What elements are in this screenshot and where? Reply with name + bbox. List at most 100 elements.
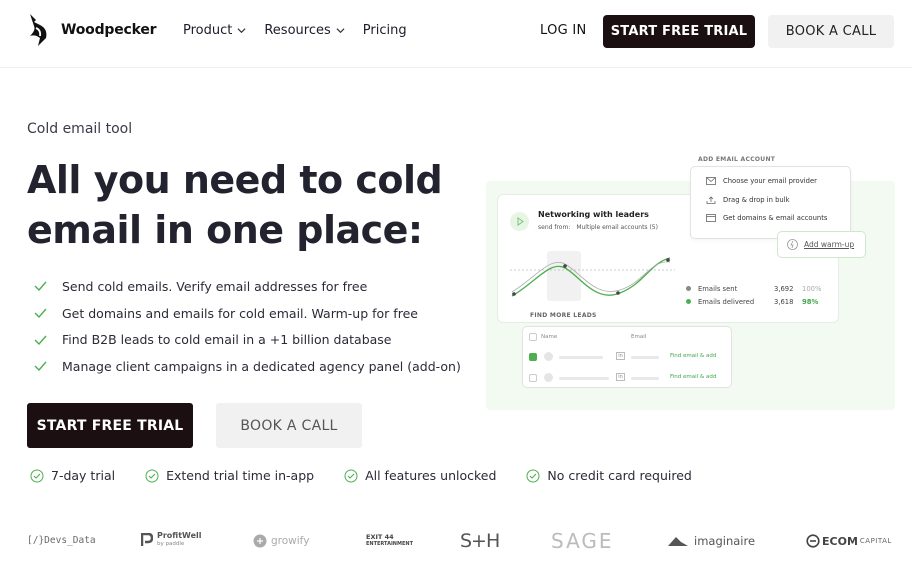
lead-name-placeholder	[559, 377, 609, 380]
logo-ecom-capital: ECOM CAPITAL	[806, 534, 892, 548]
feature-text: Manage client campaigns in a dedicated a…	[62, 358, 461, 374]
lead-checkbox[interactable]	[529, 374, 537, 382]
check-icon	[34, 335, 47, 345]
woodpecker-logo-icon	[30, 14, 47, 46]
play-icon	[510, 212, 529, 231]
leads-select-all-checkbox[interactable]	[529, 333, 537, 341]
perk-text: 7-day trial	[51, 468, 116, 483]
feature-text: Get domains and emails for cold email. W…	[62, 305, 418, 321]
menu-resources[interactable]: Resources	[264, 23, 345, 38]
growify-mark-icon	[253, 534, 267, 548]
hero-eyebrow: Cold email tool	[27, 121, 133, 137]
menu-pricing[interactable]: Pricing	[363, 23, 407, 38]
brand-logo[interactable]: Woodpecker	[26, 12, 157, 48]
logo-exit44: EXIT 44 ENTERTAINMENT	[366, 534, 413, 548]
logo-ecom-sub: CAPITAL	[859, 537, 892, 545]
send-from-label: send from:	[538, 224, 571, 231]
feature-list: Send cold emails. Verify email addresses…	[34, 273, 461, 380]
stat-row: Emails delivered 3,618 98%	[686, 295, 821, 308]
add-account-title: ADD EMAIL ACCOUNT	[698, 156, 776, 163]
logo-imaginaire: imaginaire	[667, 534, 755, 548]
nav-book-call-button[interactable]: BOOK A CALL	[768, 15, 894, 48]
logo-profitwell: ProfitWell by paddle	[141, 532, 202, 548]
perk-item: 7-day trial	[30, 468, 115, 483]
feature-text: Find B2B leads to cold email in a +1 bil…	[62, 332, 392, 348]
main-menu: Product Resources Pricing	[183, 23, 425, 38]
add-account-option[interactable]: Choose your email provider	[706, 177, 817, 185]
perk-item: Extend trial time in-app	[145, 468, 314, 483]
logo-exit44-text: EXIT 44	[366, 533, 394, 541]
hero-headline: All you need to cold email in one place:	[27, 158, 443, 252]
add-account-option[interactable]: Drag & drop in bulk	[706, 196, 790, 204]
perk-item: All features unlocked	[344, 468, 496, 483]
stat-row: Emails sent 3,692 100%	[686, 282, 821, 295]
lead-email-placeholder	[631, 356, 659, 359]
check-icon	[34, 361, 47, 372]
login-link[interactable]: LOG IN	[540, 23, 587, 38]
logo-profitwell-sub: by paddle	[157, 541, 185, 547]
domain-icon	[706, 214, 716, 222]
stat-value: 3,692	[774, 284, 794, 293]
logo-sage-text: SAGE	[551, 529, 614, 553]
find-leads-title: FIND MORE LEADS	[530, 312, 597, 319]
check-icon	[34, 308, 47, 319]
logo-sage: SAGE	[551, 529, 614, 553]
stat-dot	[686, 299, 691, 304]
brand-name: Woodpecker	[61, 22, 157, 38]
logo-growify-text: growify	[271, 535, 310, 547]
lead-checkbox[interactable]	[529, 353, 537, 368]
logo-devs-data-text: [/}Devs_Data	[27, 535, 96, 546]
logo-sh-text: S+H	[460, 530, 500, 552]
leads-header-email: Email	[631, 334, 647, 340]
add-account-option-label: Drag & drop in bulk	[723, 196, 790, 204]
chevron-down-icon	[336, 28, 345, 34]
logo-growify: growify	[253, 534, 309, 548]
check-circle-icon	[145, 469, 159, 482]
feature-text: Send cold emails. Verify email addresses…	[62, 278, 368, 294]
menu-pricing-label: Pricing	[362, 23, 407, 38]
nav-start-trial-button[interactable]: START FREE TRIAL	[603, 15, 755, 48]
warmup-label: Add warm-up	[804, 240, 855, 249]
add-account-option[interactable]: Get domains & email accounts	[706, 214, 827, 222]
check-icon	[531, 362, 537, 368]
stat-dot	[686, 286, 691, 291]
hero-start-trial-button[interactable]: START FREE TRIAL	[27, 403, 193, 448]
envelope-icon	[706, 177, 716, 185]
leads-header-name: Name	[541, 334, 558, 340]
feature-item: Get domains and emails for cold email. W…	[34, 300, 461, 327]
feature-item: Send cold emails. Verify email addresses…	[34, 273, 461, 300]
logo-sh: S+H	[460, 530, 500, 552]
send-from-value: Multiple email accounts (5)	[576, 224, 658, 231]
upload-icon	[706, 196, 716, 204]
lead-avatar	[544, 373, 553, 382]
add-account-option-label: Get domains & email accounts	[723, 214, 828, 222]
perk-text: Extend trial time in-app	[166, 468, 315, 483]
perk-list: 7-day trial Extend trial time in-app All…	[30, 468, 692, 483]
stat-label: Emails delivered	[698, 297, 755, 306]
imaginaire-mark-icon	[668, 537, 688, 546]
check-circle-icon	[344, 469, 358, 482]
logo-devs-data: [/}Devs_Data	[27, 535, 96, 546]
hero-book-call-button[interactable]: BOOK A CALL	[216, 403, 362, 448]
stat-value: 3,618	[774, 297, 794, 306]
menu-product-label: Product	[183, 23, 233, 38]
profitwell-mark-icon	[141, 533, 153, 546]
stat-percent: 98%	[802, 297, 819, 306]
add-warmup-button[interactable]: Add warm-up	[777, 231, 866, 258]
lead-name-placeholder	[559, 356, 603, 359]
stat-percent: 100%	[802, 284, 822, 293]
logo-profitwell-text: ProfitWell	[157, 531, 202, 540]
menu-product[interactable]: Product	[183, 23, 246, 38]
perk-item: No credit card required	[526, 468, 692, 483]
chevron-down-icon	[237, 28, 246, 34]
check-circle-icon	[30, 469, 44, 482]
client-logo-strip: [/}Devs_Data ProfitWell by paddle growif…	[0, 528, 912, 558]
lead-find-email-action[interactable]: Find email & add	[670, 353, 716, 359]
campaign-send-from: send from: Multiple email accounts (5)	[538, 224, 658, 231]
perk-text: No credit card required	[547, 468, 692, 483]
lead-email-placeholder	[631, 377, 659, 380]
campaign-stats: Emails sent 3,692 100% Emails delivered …	[686, 282, 821, 308]
lead-find-email-action[interactable]: Find email & add	[670, 374, 716, 380]
logo-imaginaire-text: imaginaire	[694, 534, 756, 548]
top-navigation: Woodpecker Product Resources Pricing LOG…	[0, 0, 912, 68]
